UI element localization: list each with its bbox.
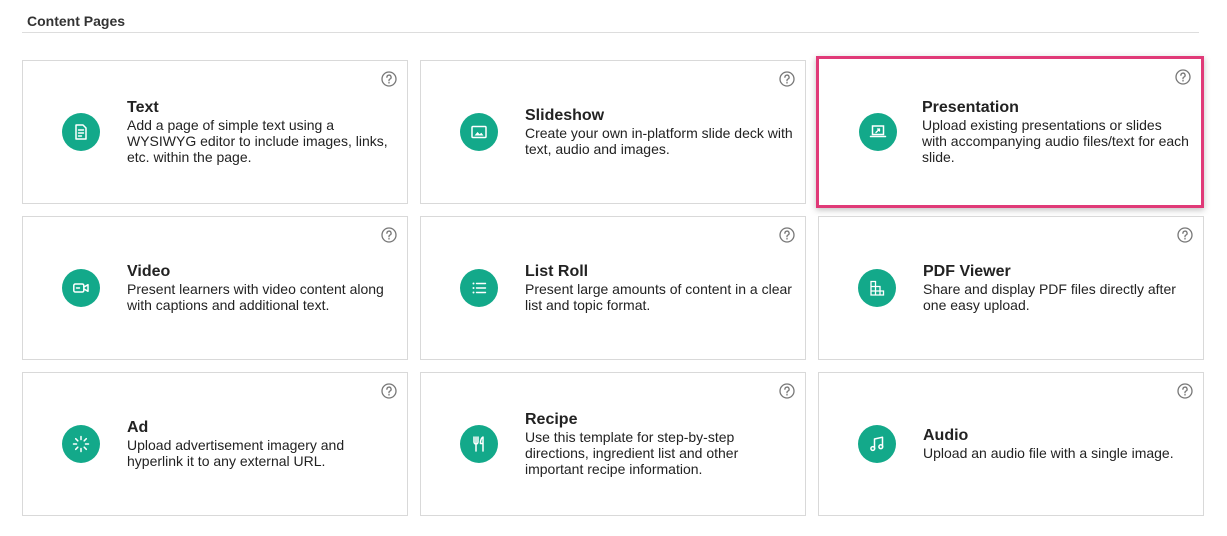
help-icon[interactable] [1177,383,1193,399]
card-description: Upload existing presentations or slides … [922,117,1189,165]
pdf-viewer-icon [858,269,896,307]
card-description: Use this template for step-by-step direc… [525,429,739,477]
help-icon[interactable] [779,227,795,243]
card-description: Create your own in-platform slide deck w… [525,125,793,157]
help-icon[interactable] [1177,227,1193,243]
card-presentation[interactable]: Presentation Upload existing presentatio… [816,56,1204,208]
section-title: Content Pages [27,13,126,29]
help-icon[interactable] [779,71,795,87]
card-title: Text [127,99,159,116]
help-icon[interactable] [1175,69,1191,85]
card-title: Ad [127,419,149,436]
card-recipe[interactable]: Recipe Use this template for step-by-ste… [420,372,806,516]
video-icon [62,269,100,307]
card-title: Recipe [525,411,578,428]
card-text[interactable]: Text Add a page of simple text using a W… [22,60,408,204]
card-title: Slideshow [525,107,605,124]
card-title: Presentation [922,99,1019,116]
card-audio[interactable]: Audio Upload an audio file with a single… [818,372,1204,516]
presentation-icon [859,113,897,151]
card-title: PDF Viewer [923,263,1011,280]
help-icon[interactable] [381,383,397,399]
card-list-roll[interactable]: List Roll Present large amounts of conte… [420,216,806,360]
help-icon[interactable] [381,71,397,87]
help-icon[interactable] [381,227,397,243]
card-title: List Roll [525,263,589,280]
card-title: Audio [923,427,969,444]
text-page-icon [62,113,100,151]
section-divider [22,32,1199,33]
card-description: Present learners with video content alon… [127,281,384,313]
content-pages-panel: Content Pages Text Add a page of simple … [0,0,1227,536]
slideshow-icon [460,113,498,151]
card-description: Add a page of simple text using a WYSIWY… [127,117,388,165]
card-description: Present large amounts of content in a cl… [525,281,792,313]
card-pdf-viewer[interactable]: PDF Viewer Share and display PDF files d… [818,216,1204,360]
card-ad[interactable]: Ad Upload advertisement imagery and hype… [22,372,408,516]
card-title: Video [127,263,171,280]
card-description: Share and display PDF files directly aft… [923,281,1176,313]
ad-icon [62,425,100,463]
card-description: Upload advertisement imagery and hyperli… [127,437,345,469]
card-description: Upload an audio file with a single image… [923,445,1174,461]
audio-icon [858,425,896,463]
card-video[interactable]: Video Present learners with video conten… [22,216,408,360]
list-icon [460,269,498,307]
help-icon[interactable] [779,383,795,399]
card-slideshow[interactable]: Slideshow Create your own in-platform sl… [420,60,806,204]
recipe-icon [460,425,498,463]
